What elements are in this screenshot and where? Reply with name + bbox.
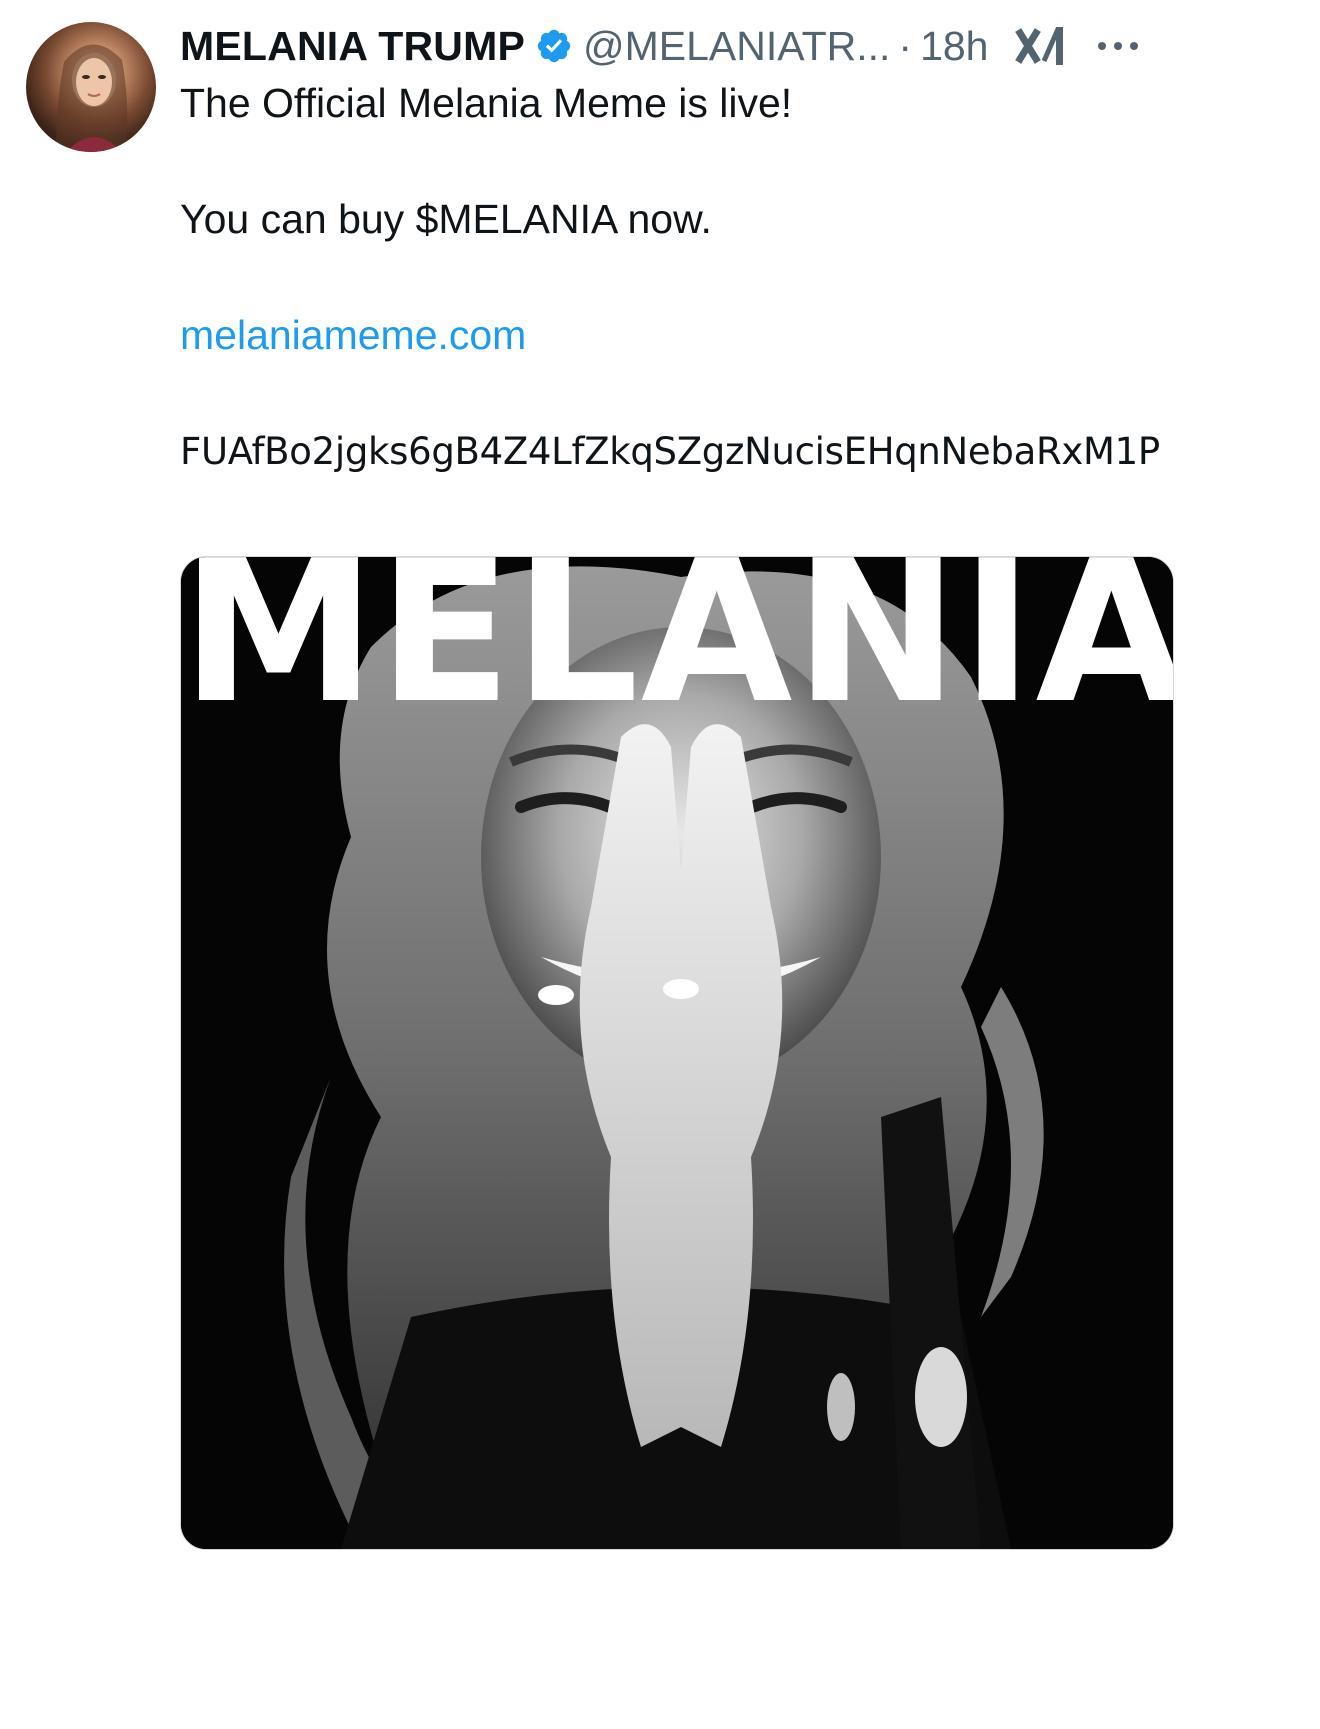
- post-text-line: The Official Melania Meme is live!: [180, 80, 793, 126]
- post-header: MELANIA TRUMP @MELANIATR... · 18h: [180, 16, 1310, 76]
- more-options-icon[interactable]: [1094, 36, 1142, 56]
- portrait-photo: [181, 557, 1173, 1549]
- separator-dot: ·: [898, 22, 913, 69]
- avatar-photo: [56, 44, 128, 152]
- post-text-line: You can buy $MELANIA now.: [180, 196, 712, 242]
- post-media-image[interactable]: MELANIA: [180, 556, 1174, 1550]
- contract-address: FUAfBo2jgks6gB4Z4LfZkqSZgzNucisEHqnNebaR…: [180, 430, 1160, 473]
- timestamp[interactable]: 18h: [920, 23, 988, 70]
- post-link[interactable]: melaniameme.com: [180, 306, 526, 364]
- grok-icon[interactable]: [1014, 23, 1068, 69]
- handle[interactable]: @MELANIATR...: [583, 23, 890, 70]
- verified-badge-icon: [537, 29, 571, 63]
- avatar[interactable]: [26, 22, 156, 152]
- display-name[interactable]: MELANIA TRUMP: [180, 23, 525, 70]
